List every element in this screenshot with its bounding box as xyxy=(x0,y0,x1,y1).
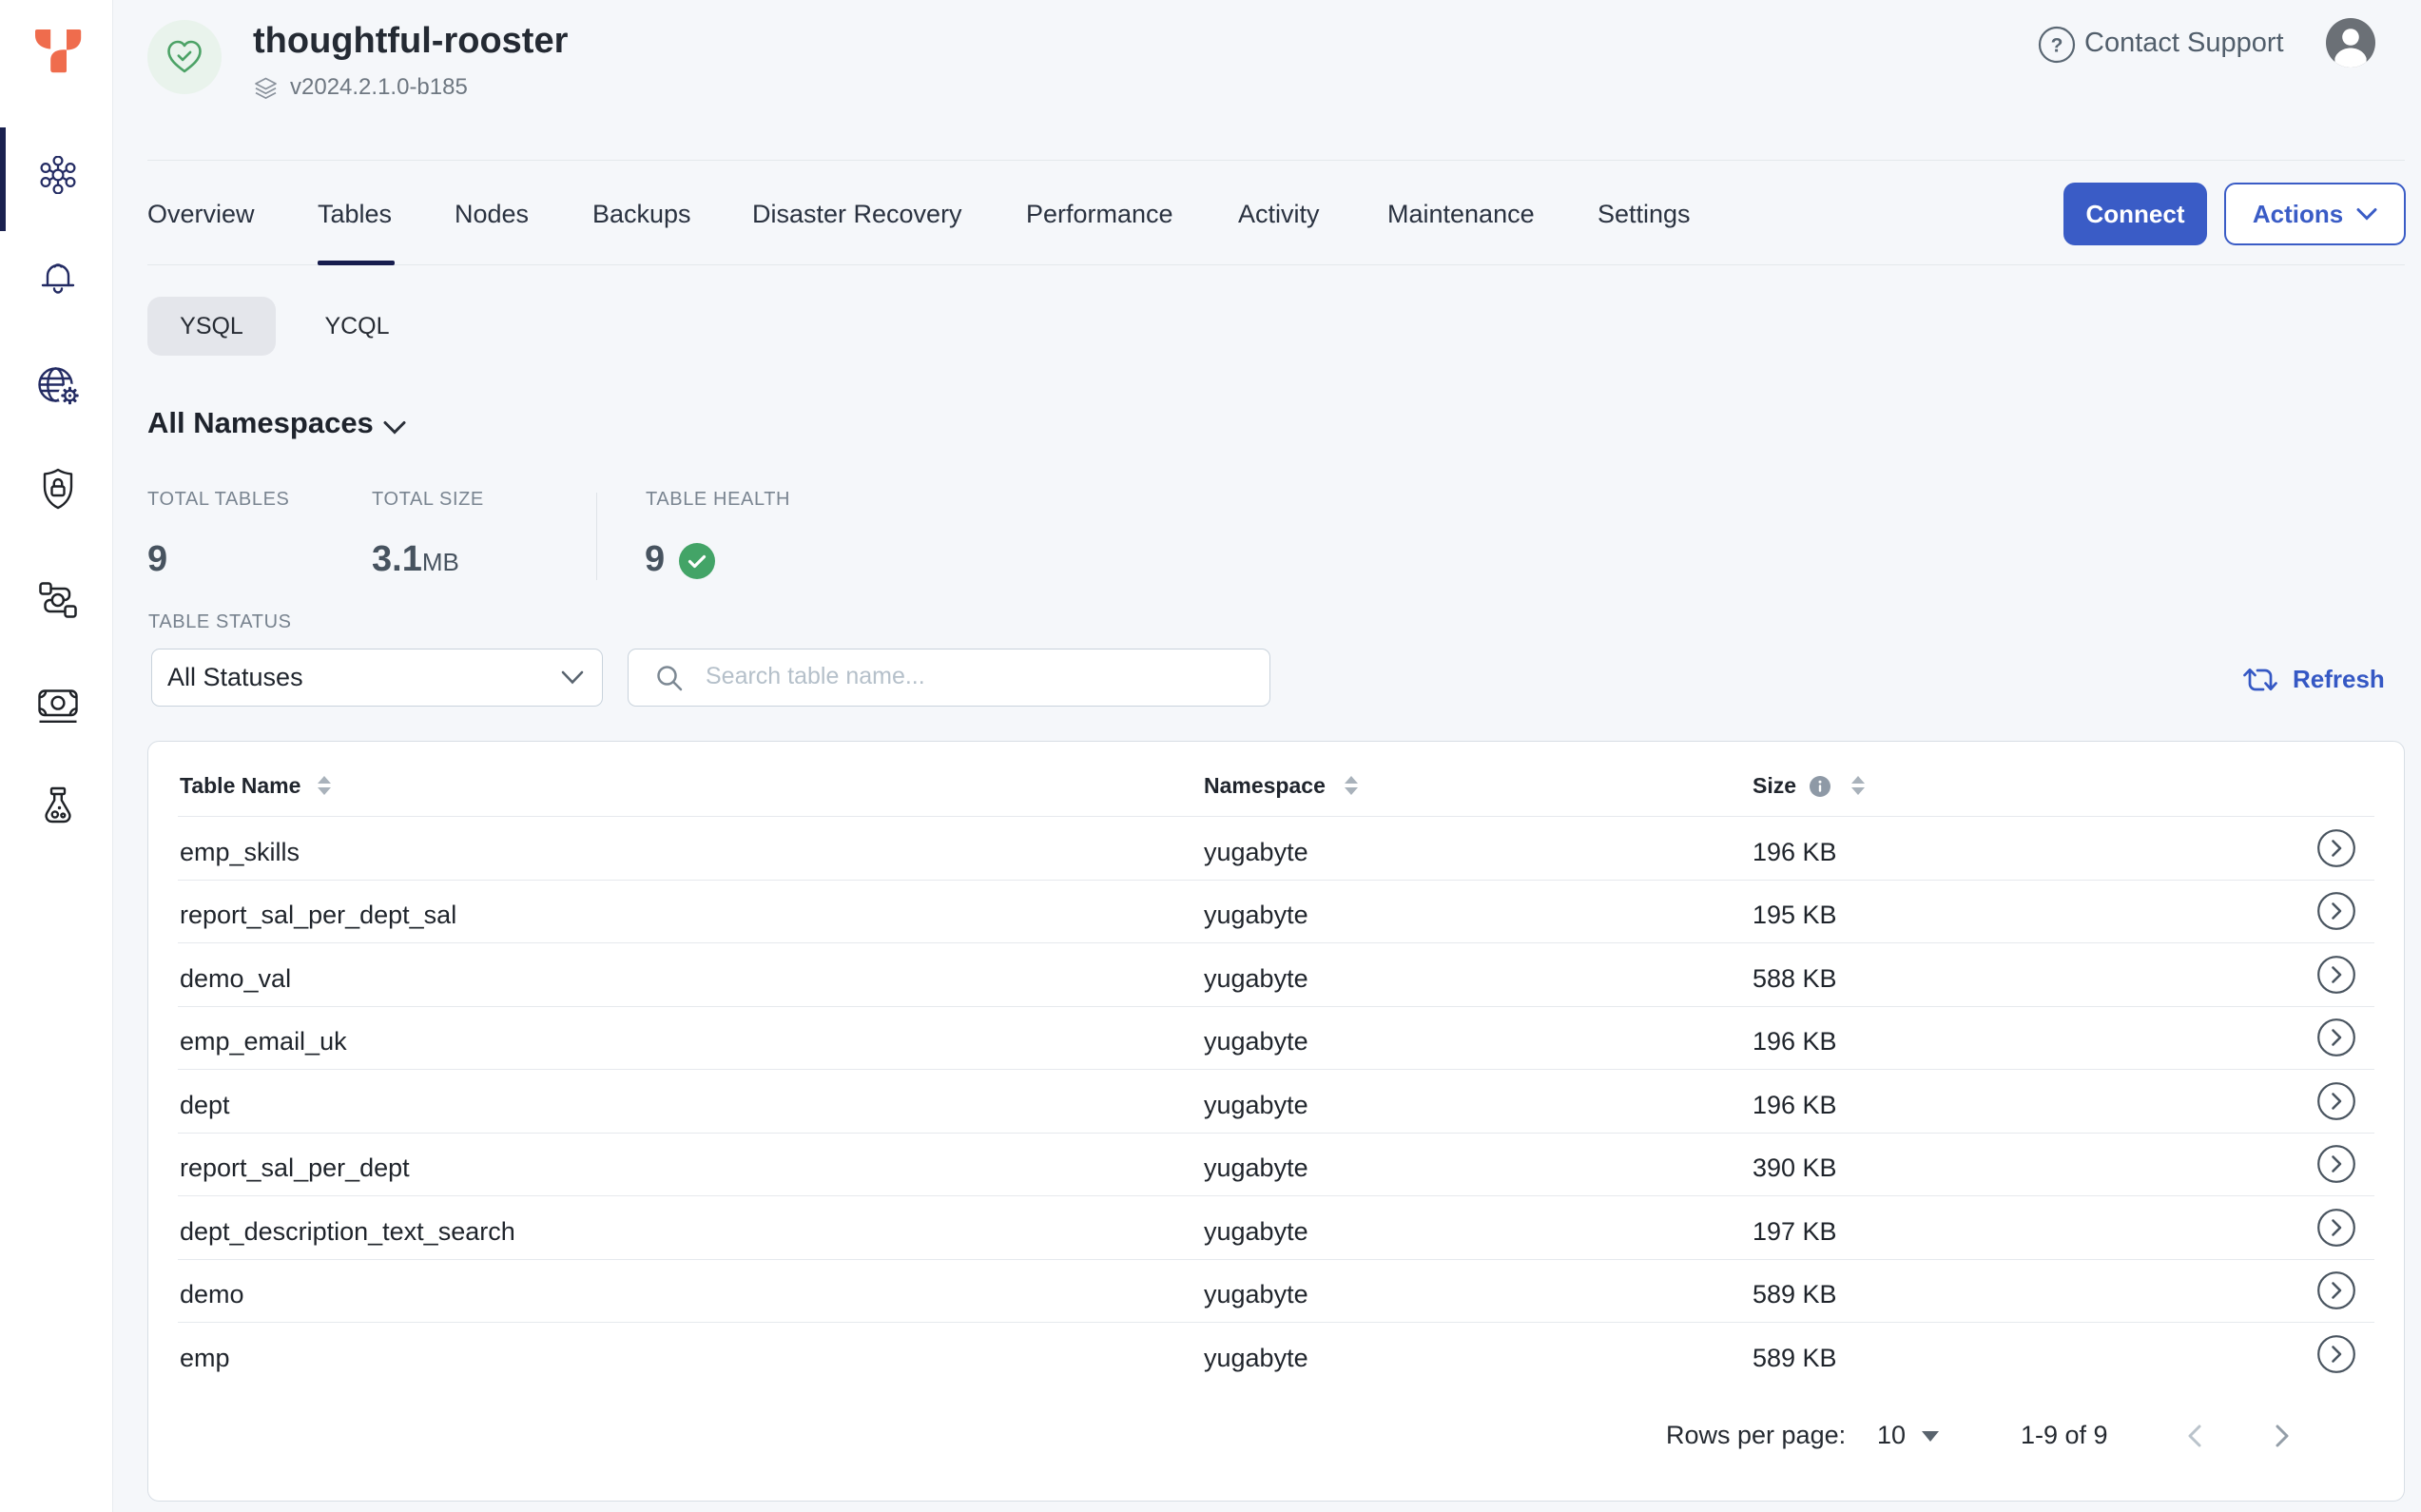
svg-text:?: ? xyxy=(2051,35,2063,57)
